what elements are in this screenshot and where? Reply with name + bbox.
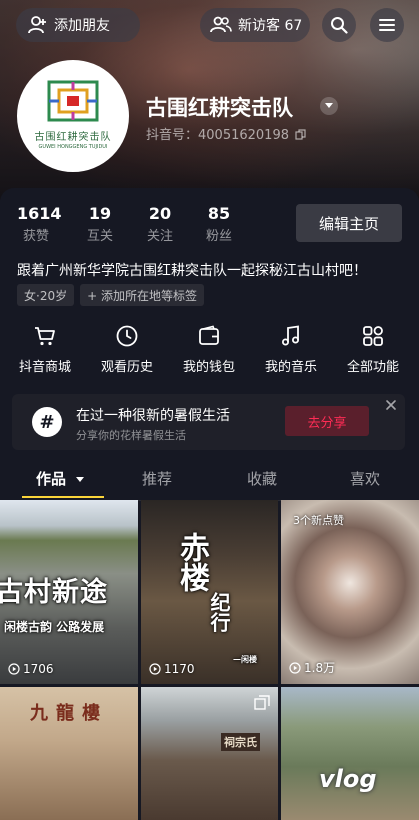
video-thumbnail[interactable]: 古村新途 闲楼古韵 公路发展 1706: [0, 500, 138, 684]
stat-value: 85: [207, 204, 231, 223]
video-thumbnail[interactable]: 3个新点赞 1.8万: [281, 500, 419, 684]
services-row: 抖音商城 观看历史 我的钱包 我的音乐 全部功能: [0, 324, 419, 384]
search-button[interactable]: [322, 8, 356, 42]
add-friend-button[interactable]: 添加朋友: [16, 8, 140, 42]
video-likes: 1.8万: [289, 659, 335, 676]
gender-age-tag[interactable]: 女·20岁: [17, 284, 75, 306]
tab-favorites[interactable]: 收藏: [247, 468, 277, 489]
account-switch-button[interactable]: [320, 97, 338, 115]
stat-value: 20: [148, 204, 172, 223]
promo-subtitle: 分享你的花样暑假生活: [76, 429, 186, 442]
service-label: 我的钱包: [182, 360, 235, 375]
promo-title: 在过一种很新的暑假生活: [76, 408, 230, 424]
hashtag-icon: #: [32, 407, 62, 437]
video-overlay-title: 赤楼: [174, 532, 209, 592]
video-thumbnail[interactable]: 祠宗氏: [141, 687, 278, 820]
likes-count: 1.8万: [304, 661, 336, 675]
video-overlay-subtitle: 纪行: [207, 592, 231, 632]
music-icon: [282, 325, 299, 346]
visitors-icon: [210, 16, 232, 33]
tags-row: 女·20岁 + 添加所在地等标签: [17, 284, 204, 306]
caret-down-icon: [76, 477, 85, 482]
douyin-id-text: 抖音号：40051620198: [146, 128, 289, 143]
visitors-label: 新访客 67: [238, 18, 303, 34]
video-caption: —闲楼: [233, 654, 257, 664]
service-wallet[interactable]: 我的钱包: [168, 324, 250, 375]
stat-followers[interactable]: 85 粉丝: [203, 204, 235, 244]
video-thumbnail[interactable]: vlog: [281, 687, 419, 820]
team-logo-icon: [47, 80, 99, 122]
image-set-icon: [254, 695, 270, 710]
copy-icon: [295, 129, 306, 140]
stat-label: 获赞: [22, 229, 49, 244]
service-history[interactable]: 观看历史: [86, 324, 168, 375]
avatar-subtext: GUWEI HONGGENG TUJIDUI: [38, 144, 108, 150]
play-icon: [289, 661, 301, 674]
service-all[interactable]: 全部功能: [332, 324, 414, 375]
menu-button[interactable]: [370, 8, 404, 42]
add-user-icon: [28, 16, 46, 34]
tab-label: 作品: [36, 470, 67, 488]
cart-icon: [35, 327, 55, 346]
stat-value: 1614: [17, 204, 62, 223]
clock-icon: [116, 325, 138, 347]
new-likes-badge: 3个新点赞: [293, 514, 344, 527]
video-thumbnail[interactable]: 九龍樓: [0, 687, 138, 820]
summer-promo-banner[interactable]: # 在过一种很新的暑假生活 分享你的花样暑假生活 去分享: [12, 394, 405, 450]
close-icon[interactable]: [384, 398, 398, 412]
video-grid: 古村新途 闲楼古韵 公路发展 1706 赤楼 纪行 —闲楼 1170 3个新点赞…: [0, 500, 419, 820]
share-button[interactable]: 去分享: [285, 406, 369, 436]
service-shop[interactable]: 抖音商城: [4, 324, 86, 375]
avatar[interactable]: 古围红耕突击队 GUWEI HONGGENG TUJIDUI: [17, 60, 129, 172]
tab-recommend[interactable]: 推荐: [142, 468, 172, 489]
edit-profile-button[interactable]: 编辑主页: [296, 204, 402, 242]
stat-mutual[interactable]: 19 互关: [84, 204, 116, 244]
stat-value: 19: [88, 204, 112, 223]
avatar-text: 古围红耕突击队: [34, 132, 112, 143]
add-location-tag[interactable]: + 添加所在地等标签: [80, 284, 204, 306]
caret-down-icon: [325, 103, 333, 108]
video-overlay-subtitle: 闲楼古韵 公路发展: [4, 620, 105, 634]
wallet-icon: [199, 325, 219, 345]
video-overlay-title: 祠宗氏: [221, 733, 260, 751]
top-bar: 添加朋友 新访客 67: [0, 8, 419, 44]
bio: 跟着广州新华学院古围红耕突击队一起探秘江古山村吧！: [17, 263, 367, 279]
stat-label: 粉丝: [205, 229, 232, 244]
service-label: 全部功能: [346, 360, 399, 375]
tab-likes[interactable]: 喜欢: [350, 468, 380, 489]
grid-icon: [363, 326, 383, 346]
video-likes: 1170: [149, 662, 195, 676]
active-tab-indicator: [22, 496, 104, 498]
video-likes: 1706: [8, 662, 54, 676]
stats-row: 1614 获赞 19 互关 20 关注 85 粉丝: [0, 204, 290, 248]
service-music[interactable]: 我的音乐: [250, 324, 332, 375]
likes-count: 1170: [164, 662, 195, 676]
douyin-id[interactable]: 抖音号：40051620198: [146, 124, 306, 143]
hamburger-menu-icon: [379, 19, 395, 31]
video-overlay-title: 九龍樓: [30, 703, 108, 724]
video-overlay-title: 古村新途: [0, 577, 108, 608]
content-tabs: 作品 推荐 收藏 喜欢: [0, 458, 419, 501]
stat-label: 关注: [146, 229, 173, 244]
stat-following[interactable]: 20 关注: [144, 204, 176, 244]
video-thumbnail[interactable]: 赤楼 纪行 —闲楼 1170: [141, 500, 278, 684]
play-icon: [8, 663, 20, 675]
video-overlay-title: vlog: [319, 765, 377, 793]
stat-label: 互关: [86, 229, 113, 244]
nickname: 古围红耕突击队: [146, 96, 293, 120]
add-friend-label: 添加朋友: [54, 18, 110, 34]
likes-count: 1706: [23, 662, 54, 676]
service-label: 抖音商城: [18, 360, 71, 375]
play-icon: [149, 663, 161, 675]
service-label: 观看历史: [100, 360, 153, 375]
service-label: 我的音乐: [264, 360, 317, 375]
search-icon: [331, 17, 348, 34]
tab-works[interactable]: 作品: [36, 468, 85, 489]
new-visitors-button[interactable]: 新访客 67: [200, 8, 310, 42]
stat-likes[interactable]: 1614 获赞: [17, 204, 62, 244]
